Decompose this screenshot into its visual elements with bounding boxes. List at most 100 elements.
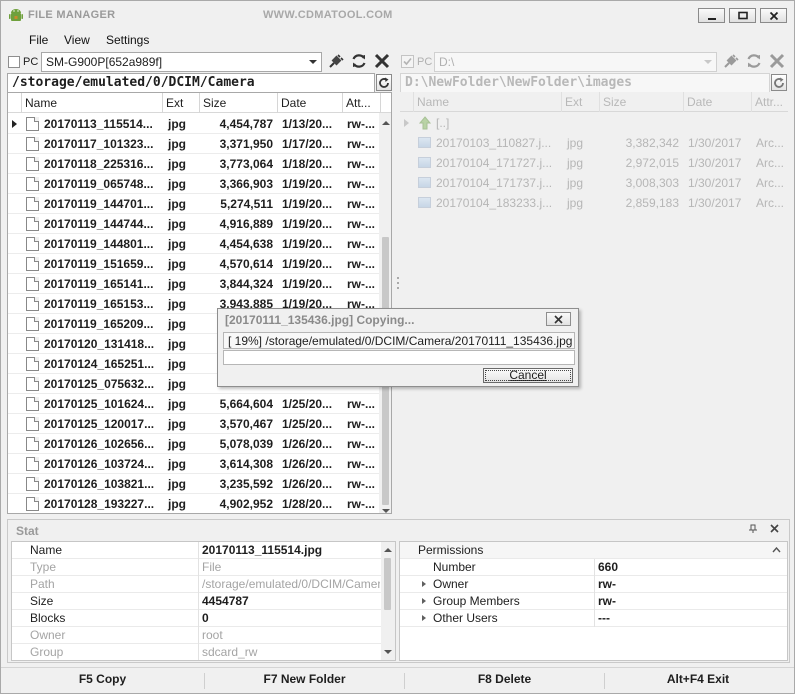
right-pc-checkbox[interactable] [401,55,414,68]
property-row[interactable]: Type File [12,559,381,576]
disconnect-icon[interactable] [373,52,391,70]
property-key: Owner [433,577,469,591]
table-row[interactable]: 20170119_165141... jpg 3,844,324 1/19/20...… [8,274,379,294]
file-name: 20170113_115514... [44,117,153,131]
expand-arrow-icon[interactable] [422,581,426,587]
maximize-button[interactable] [729,8,756,23]
file-ext: jpg [168,317,186,331]
file-date: 1/26/20... [282,457,333,471]
menu-file[interactable]: File [29,33,48,47]
table-row[interactable]: 20170119_065748... jpg 3,366,903 1/19/20...… [8,174,379,194]
table-row[interactable]: 20170128_193227... jpg 4,902,952 1/28/20...… [8,494,379,513]
property-value: sdcard_rw [202,645,258,659]
column-date[interactable]: Date [684,92,752,112]
property-row[interactable]: Blocks 0 [12,610,381,627]
expand-arrow-icon[interactable] [422,598,426,604]
drive-select[interactable]: D:\ [434,52,717,72]
pin-icon[interactable] [748,524,758,534]
file-name: 20170119_165153... [44,297,154,311]
scroll-down-icon[interactable] [382,509,390,513]
file-icon [26,437,39,451]
table-row[interactable]: 20170119_144744... jpg 4,916,889 1/19/20...… [8,214,379,234]
dialog-close-button[interactable] [546,312,571,326]
file-name: 20170104_171737.j... [436,176,553,190]
table-row[interactable]: 20170113_115514... jpg 4,454,787 1/13/20...… [8,114,379,134]
table-row[interactable]: 20170125_101624... jpg 5,664,604 1/25/20...… [8,394,379,414]
file-ext: jpg [168,157,186,171]
table-row[interactable]: 20170119_144701... jpg 5,274,511 1/19/20...… [8,194,379,214]
table-row[interactable]: 20170126_103724... jpg 3,614,308 1/26/20...… [8,454,379,474]
f8-delete-button[interactable]: F8 Delete [407,672,602,690]
disconnect-icon[interactable] [768,52,786,70]
table-row[interactable]: 20170119_151659... jpg 4,570,614 1/19/20...… [8,254,379,274]
property-row[interactable]: Name 20170113_115514.jpg [12,542,381,559]
refresh-icon [774,77,784,88]
file-ext: jpg [567,156,584,170]
plug-icon[interactable] [722,52,740,70]
panel-splitter[interactable] [396,276,400,290]
file-attr: rw-... [347,137,376,151]
column-attr[interactable]: Attr... [752,92,788,112]
left-pc-checkbox[interactable] [8,56,20,68]
column-ext[interactable]: Ext [562,92,600,112]
left-file-list[interactable]: Name Ext Size Date Att... 20170113_11551… [7,92,392,514]
column-size[interactable]: Size [200,93,278,113]
close-button[interactable] [760,8,787,23]
table-row[interactable]: 20170125_120017... jpg 3,570,467 1/25/20...… [8,414,379,434]
column-ext[interactable]: Ext [163,93,200,113]
file-attr: rw-... [347,237,376,251]
scroll-up-icon[interactable] [382,121,390,125]
column-date[interactable]: Date [278,93,343,113]
cancel-button[interactable]: Cancel [483,368,573,383]
right-path-bar[interactable]: D:\NewFolder\NewFolder\images [400,73,770,93]
properties-scroll-thumb[interactable] [384,558,391,610]
scroll-down-icon[interactable] [384,650,392,654]
menu-settings[interactable]: Settings [106,33,149,47]
property-row[interactable]: Other Users --- [400,610,787,627]
permissions-category[interactable]: Permissions [400,542,787,559]
column-name[interactable]: Name [414,92,562,112]
left-path-bar[interactable]: /storage/emulated/0/DCIM/Camera [7,73,375,93]
table-row[interactable]: 20170104_183233.j... jpg 2,859,183 1/30/201… [400,193,788,212]
property-row[interactable]: Group Members rw- [400,593,787,610]
table-row[interactable]: 20170103_110827.j... jpg 3,382,342 1/30/201… [400,133,788,153]
column-size[interactable]: Size [600,92,684,112]
file-icon [26,217,39,231]
chevron-up-icon[interactable] [772,547,781,553]
column-attr[interactable]: Att... [343,93,381,113]
plug-icon[interactable] [327,52,345,70]
device-select[interactable]: SM-G900P[652a989f] [41,52,322,72]
fkey-separator [204,673,205,689]
property-row[interactable]: Group sdcard_rw [12,644,381,660]
f7-new-folder-button[interactable]: F7 New Folder [207,672,402,690]
expand-arrow-icon[interactable] [422,615,426,621]
table-row[interactable]: 20170104_171737.j... jpg 3,008,303 1/30/201… [400,173,788,193]
exit-button[interactable]: Alt+F4 Exit [607,672,789,690]
close-icon[interactable] [770,524,780,534]
table-row[interactable]: 20170117_101323... jpg 3,371,950 1/17/20...… [8,134,379,154]
f5-copy-button[interactable]: F5 Copy [6,672,199,690]
property-row[interactable]: Owner rw- [400,576,787,593]
left-refresh-button[interactable] [376,74,392,91]
property-row[interactable]: Owner root [12,627,381,644]
sync-icon[interactable] [745,52,763,70]
parent-folder-row[interactable]: [..] [400,113,788,133]
table-row[interactable]: 20170104_171727.j... jpg 2,972,015 1/30/201… [400,153,788,173]
properties-scrollbar[interactable] [381,542,395,660]
title-bar[interactable] [1,1,794,29]
menu-view[interactable]: View [64,33,90,47]
file-ext: jpg [168,337,186,351]
sync-icon[interactable] [350,52,368,70]
minimize-button[interactable] [698,8,725,23]
property-row[interactable]: Path/storage/emulated/0/DCIM/Camer... [12,576,381,593]
table-row[interactable]: 20170126_102656... jpg 5,078,039 1/26/20...… [8,434,379,454]
table-row[interactable]: 20170119_144801... jpg 4,454,638 1/19/20...… [8,234,379,254]
right-file-list[interactable]: Name Ext Size Date Attr... [..] 20170103… [400,92,788,212]
scroll-up-icon[interactable] [384,548,392,552]
property-row[interactable]: Size 4454787 [12,593,381,610]
column-name[interactable]: Name [22,93,163,113]
table-row[interactable]: 20170118_225316... jpg 3,773,064 1/18/20...… [8,154,379,174]
property-row[interactable]: Number 660 [400,559,787,576]
table-row[interactable]: 20170126_103821... jpg 3,235,592 1/26/20...… [8,474,379,494]
right-refresh-button[interactable] [771,74,787,91]
